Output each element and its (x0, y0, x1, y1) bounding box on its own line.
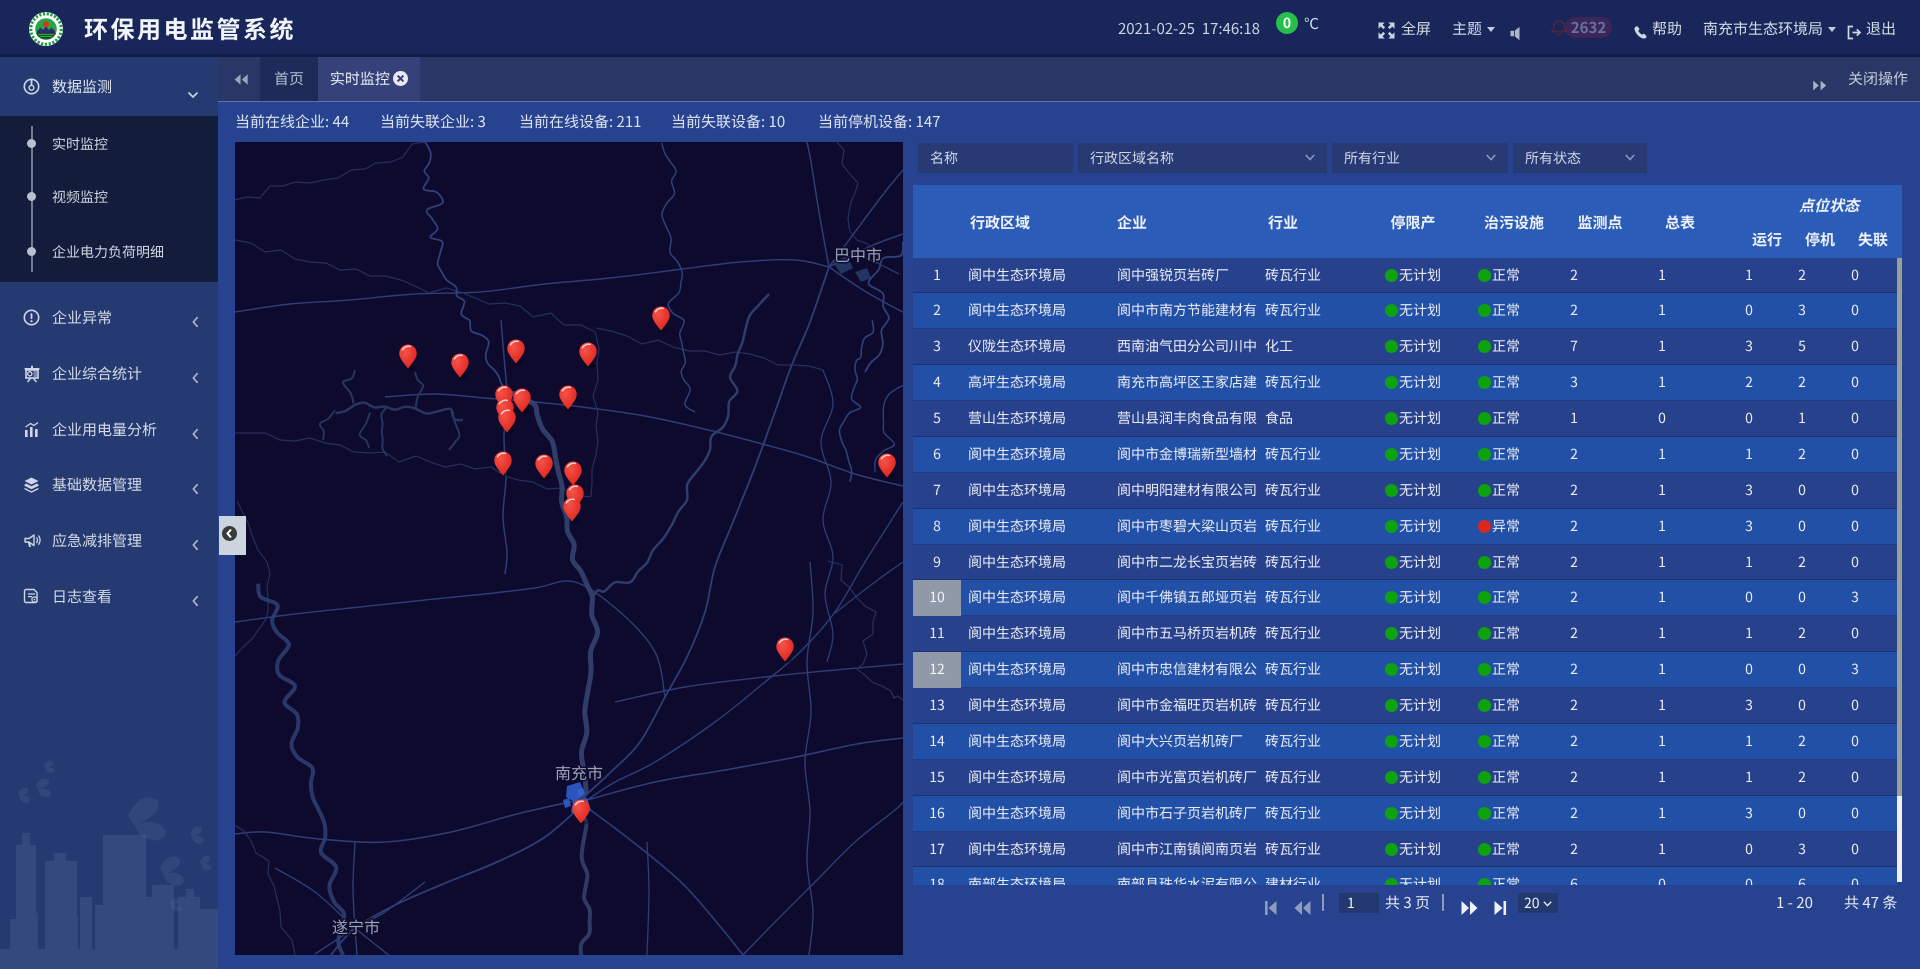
svg-text:南充市: 南充市 (555, 760, 603, 784)
svg-text:巴中市: 巴中市 (834, 242, 882, 266)
svg-text:遂宁市: 遂宁市 (332, 914, 380, 938)
